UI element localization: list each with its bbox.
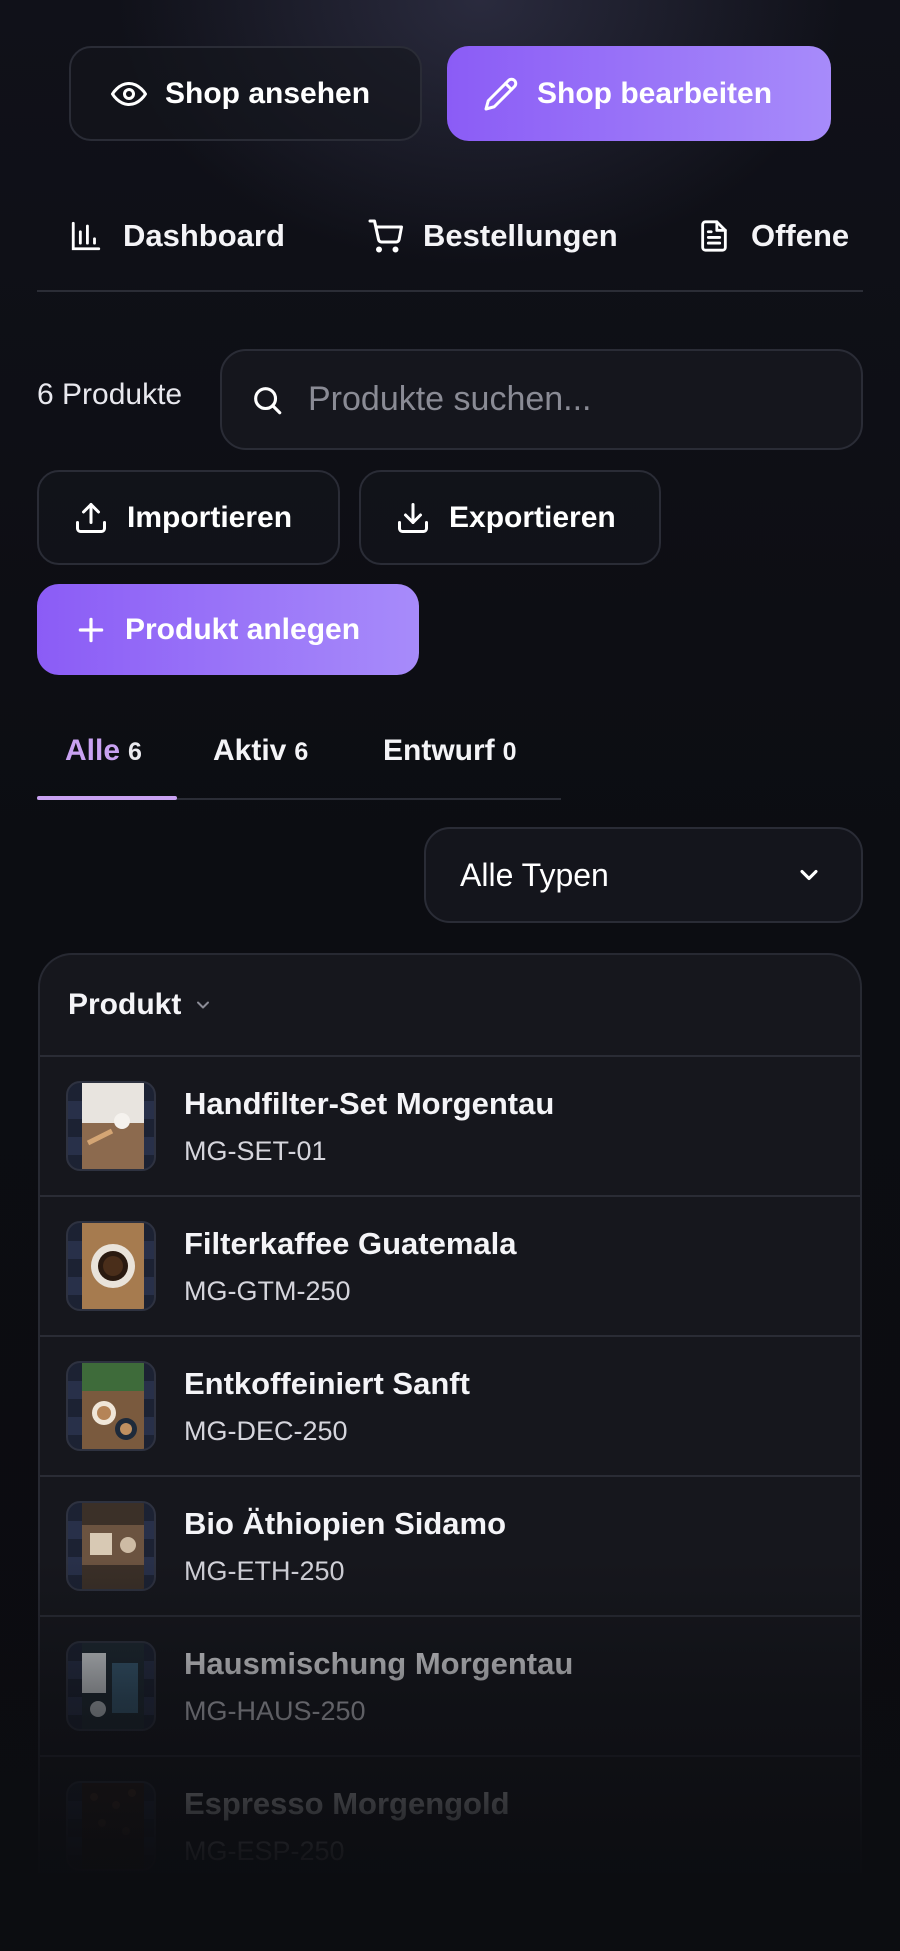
export-button[interactable]: Exportieren	[359, 470, 661, 565]
tab-count: 6	[294, 738, 309, 766]
product-name: Hausmischung Morgentau	[184, 1645, 574, 1681]
type-filter-value: Alle Typen	[460, 856, 609, 893]
tab-active[interactable]: Aktiv 6	[213, 734, 308, 768]
product-table: Produkt Handfilter-Set Morgentau MG-SET-0…	[38, 953, 862, 1873]
search-input[interactable]	[308, 380, 828, 419]
product-thumbnail	[66, 1221, 156, 1311]
product-sku: MG-ESP-250	[184, 1835, 345, 1866]
product-name: Entkoffeiniert Sanft	[184, 1365, 470, 1401]
product-name: Filterkaffee Guatemala	[184, 1225, 517, 1261]
tab-count: 0	[502, 738, 517, 766]
import-label: Importieren	[127, 500, 293, 534]
table-row[interactable]: Filterkaffee Guatemala MG-GTM-250	[40, 1197, 860, 1337]
product-thumbnail	[66, 1361, 156, 1451]
product-thumbnail	[66, 1501, 156, 1591]
table-row[interactable]: Espresso Morgengold MG-ESP-250	[40, 1757, 860, 1873]
nav-item-label: Bestellungen	[423, 218, 618, 253]
sort-chevron-icon	[197, 1001, 210, 1009]
product-sku: MG-DEC-250	[184, 1415, 348, 1446]
bar-chart-icon	[71, 221, 101, 251]
product-name: Bio Äthiopien Sidamo	[184, 1505, 507, 1541]
type-filter-select[interactable]: Alle Typen	[424, 827, 863, 923]
pencil-icon	[484, 77, 518, 110]
product-name: Handfilter-Set Morgentau	[184, 1085, 555, 1121]
document-icon	[701, 220, 727, 252]
view-shop-label: Shop ansehen	[165, 76, 371, 110]
import-button[interactable]: Importieren	[37, 470, 340, 565]
main-nav: Dashboard Bestellungen Offene	[37, 208, 863, 292]
edit-shop-button[interactable]: Shop bearbeiten	[447, 46, 831, 141]
product-thumbnail	[66, 1081, 156, 1171]
active-tab-indicator	[37, 796, 177, 800]
download-icon	[398, 502, 428, 533]
nav-item-open[interactable]: Offene	[697, 218, 849, 254]
table-row[interactable]: Bio Äthiopien Sidamo MG-ETH-250	[40, 1477, 860, 1617]
tab-label: Aktiv	[213, 734, 287, 767]
column-header-product: Produkt	[68, 988, 182, 1021]
tab-draft[interactable]: Entwurf 0	[383, 734, 517, 768]
status-tabs: Alle 6 Aktiv 6 Entwurf 0	[37, 712, 561, 800]
create-product-button[interactable]: Produkt anlegen	[37, 584, 419, 675]
product-thumbnail	[66, 1781, 156, 1871]
tab-label: Entwurf	[383, 734, 495, 767]
cart-icon	[368, 219, 403, 253]
edit-shop-label: Shop bearbeiten	[537, 76, 773, 110]
table-row[interactable]: Handfilter-Set Morgentau MG-SET-01	[40, 1057, 860, 1197]
product-thumbnail	[66, 1641, 156, 1731]
upload-icon	[76, 502, 106, 533]
product-name: Espresso Morgengold	[184, 1785, 510, 1821]
table-row[interactable]: Entkoffeiniert Sanft MG-DEC-250	[40, 1337, 860, 1477]
create-product-label: Produkt anlegen	[125, 612, 361, 646]
product-sku: MG-GTM-250	[184, 1275, 351, 1306]
view-shop-button[interactable]: Shop ansehen	[69, 46, 422, 141]
chevron-down-icon	[800, 869, 818, 881]
tab-label: Alle	[65, 734, 121, 767]
plus-icon	[78, 617, 104, 642]
product-count: 6 Produkte	[37, 378, 183, 411]
tab-all[interactable]: Alle 6	[65, 734, 142, 768]
nav-item-dashboard[interactable]: Dashboard	[69, 218, 285, 254]
nav-item-label: Dashboard	[123, 218, 285, 253]
product-sku: MG-HAUS-250	[184, 1695, 366, 1726]
nav-item-label: Offene	[751, 218, 850, 253]
product-sku: MG-ETH-250	[184, 1555, 345, 1586]
nav-item-orders[interactable]: Bestellungen	[367, 218, 618, 254]
search-box[interactable]	[220, 349, 863, 450]
export-label: Exportieren	[449, 500, 616, 534]
table-row[interactable]: Hausmischung Morgentau MG-HAUS-250	[40, 1617, 860, 1757]
table-header[interactable]: Produkt	[40, 955, 860, 1057]
tab-count: 6	[128, 738, 142, 766]
eye-icon	[111, 81, 147, 106]
search-icon	[254, 386, 282, 414]
product-sku: MG-SET-01	[184, 1135, 327, 1166]
